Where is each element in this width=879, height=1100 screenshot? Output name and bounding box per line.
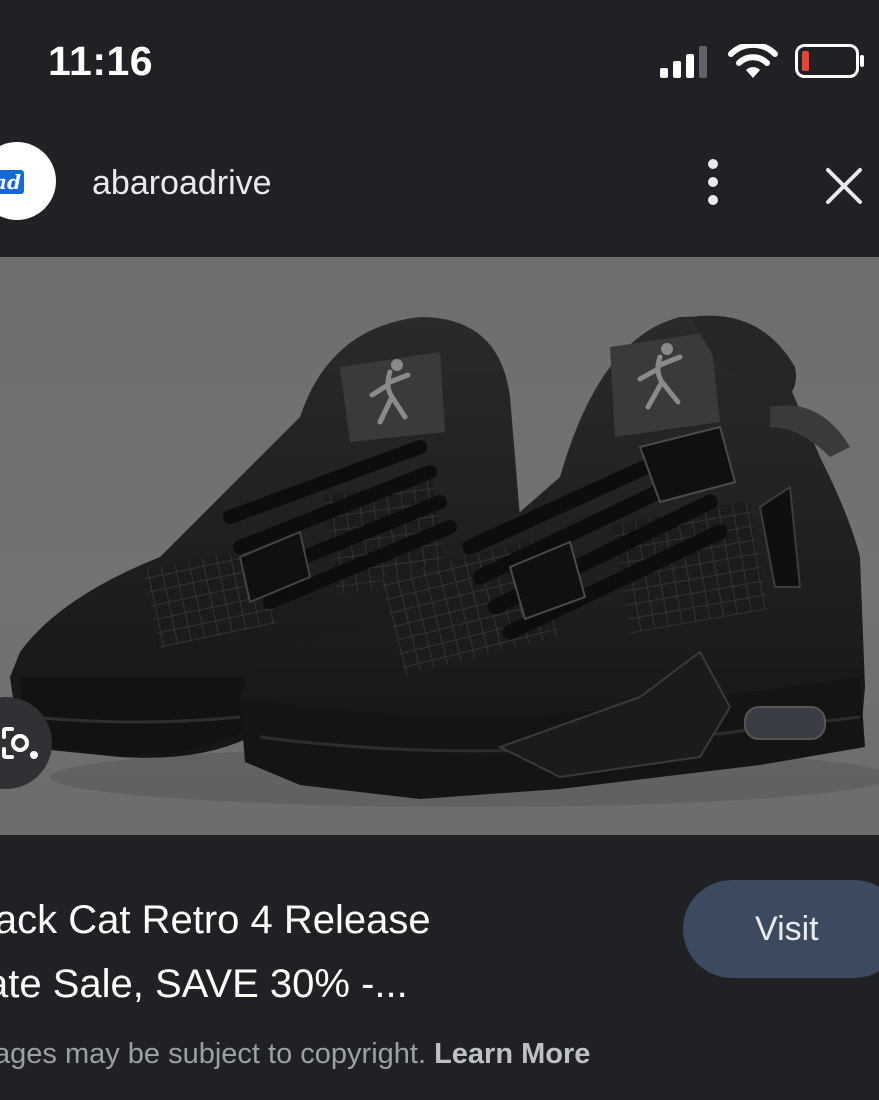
status-time: 11:16: [48, 38, 154, 84]
image-viewer-screen: 11:16 ad abaroadrive: [0, 0, 879, 1100]
google-lens-icon: [1, 727, 38, 759]
status-bar: 11:16: [0, 0, 879, 120]
product-image-panel[interactable]: [0, 257, 879, 835]
site-favicon[interactable]: ad: [0, 142, 56, 220]
wifi-icon: [728, 44, 778, 78]
site-logo-text: ad: [0, 170, 24, 194]
more-vertical-icon[interactable]: [690, 154, 736, 210]
copyright-text: ages may be subject to copyright.: [0, 1038, 427, 1070]
sneakers-product-image: [10, 315, 879, 807]
result-title-line-2: ate Sale, SAVE 30% -...: [0, 962, 408, 1006]
close-icon[interactable]: [818, 160, 870, 212]
cellular-signal-icon: [660, 46, 707, 78]
battery-low-icon: [795, 44, 864, 78]
learn-more-link[interactable]: Learn More: [434, 1038, 590, 1070]
result-header: ad abaroadrive: [0, 132, 879, 242]
visit-button[interactable]: Visit: [683, 880, 879, 978]
result-title[interactable]: lack Cat Retro 4 Release ate Sale, SAVE …: [0, 888, 626, 1016]
site-name[interactable]: abaroadrive: [92, 164, 272, 203]
result-title-line-1: lack Cat Retro 4 Release: [0, 898, 431, 942]
copyright-notice: ages may be subject to copyright. Learn …: [0, 1038, 590, 1071]
